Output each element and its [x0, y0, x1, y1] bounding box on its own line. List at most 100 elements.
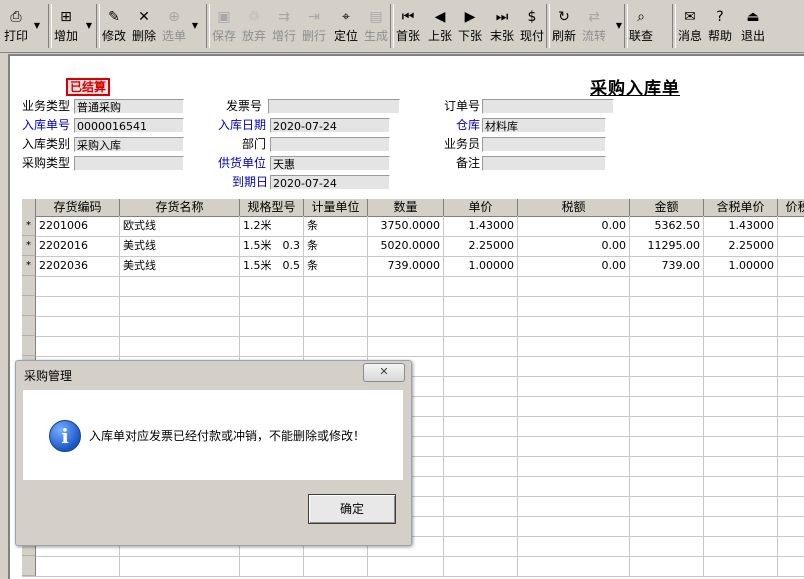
table-cell-unit[interactable]: 条	[304, 256, 368, 276]
table-cell-amount[interactable]: 11295.00	[630, 236, 704, 256]
toolbar-last-button[interactable]: ⏭ 末张	[488, 3, 516, 49]
column-header[interactable]: 税额	[518, 199, 630, 216]
toolbar-message-button[interactable]: ✉ 消息	[676, 3, 704, 49]
toolbar-delete-button[interactable]: ✕ 删除	[130, 3, 158, 49]
lookup-icon: ⌕	[637, 9, 645, 25]
toolbar-first-button[interactable]: ⏮ 首张	[394, 3, 422, 49]
column-header[interactable]: 数量	[368, 199, 444, 216]
invoice-no-field[interactable]	[268, 99, 400, 114]
table-cell-tax[interactable]: 0.00	[518, 236, 630, 256]
toolbar-exit-button[interactable]: ⏏ 退出	[738, 3, 768, 49]
table-cell-code[interactable]: 2201006	[36, 216, 120, 236]
row-marker[interactable]	[22, 276, 36, 296]
table-row[interactable]	[22, 556, 804, 577]
toolbar-add-button[interactable]: ⊞ 增加	[52, 3, 80, 49]
table-cell-price[interactable]: 1.43000	[444, 216, 518, 236]
toolbar-select-button[interactable]: ⊕ 选单	[160, 3, 188, 49]
toolbar-help-button[interactable]: ? 帮助	[706, 3, 734, 49]
order-no-field[interactable]	[482, 99, 614, 114]
table-cell-tax-price[interactable]: 1.00000	[704, 256, 778, 276]
warehouse-field[interactable]: 材料库	[482, 118, 606, 133]
receipt-date-field[interactable]: 2020-07-24	[270, 118, 390, 133]
row-marker[interactable]	[22, 556, 36, 576]
toolbar-delete-row-button[interactable]: ⇥ 删行	[300, 3, 328, 49]
receipt-kind-field[interactable]: 采购入库	[74, 137, 184, 152]
table-cell-tax[interactable]: 0.00	[518, 256, 630, 276]
toolbar-button-label: 上张	[427, 29, 452, 43]
toolbar-next-button[interactable]: ▶ 下张	[456, 3, 484, 49]
table-cell-tax-price[interactable]: 2.25000	[704, 236, 778, 256]
table-row[interactable]	[22, 316, 804, 337]
table-cell-price[interactable]: 1.00000	[444, 256, 518, 276]
table-cell-name[interactable]: 美式线	[120, 256, 240, 276]
row-marker[interactable]	[22, 296, 36, 316]
toolbar-locate-button[interactable]: ⌖ 定位	[332, 3, 360, 49]
table-cell-unit[interactable]: 条	[304, 216, 368, 236]
toolbar-save-button[interactable]: ▣ 保存	[210, 3, 238, 49]
supplier-field[interactable]: 天惠	[270, 156, 390, 171]
table-cell-code[interactable]: 2202016	[36, 236, 120, 256]
table-row[interactable]: 2202016 美式线 1.5米 0.3 条 5020.0000 2.25000 0.00 1…	[22, 236, 804, 257]
table-cell-price[interactable]: 2.25000	[444, 236, 518, 256]
dialog-close-button[interactable]: ✕	[363, 363, 405, 382]
dialog-message: 入库单对应发票已经付款或冲销，不能删除或修改！	[89, 429, 366, 443]
remark-field[interactable]	[482, 156, 606, 171]
dropdown-arrow-icon[interactable]: ▼	[30, 3, 44, 49]
column-header[interactable]: 规格型号	[240, 199, 304, 216]
biz-type-field[interactable]: 普通采购	[74, 99, 184, 114]
table-row[interactable]: 2201006 欧式线 1.2米条 3750.0000 1.43000 0.00 5362.…	[22, 216, 804, 237]
row-marker[interactable]: *	[22, 256, 36, 276]
table-row[interactable]	[22, 276, 804, 297]
toolbar-pay-button[interactable]: $ 现付	[518, 3, 546, 49]
receipt-no-field[interactable]: 0000016541	[74, 118, 184, 133]
table-cell-qty[interactable]: 5020.0000	[368, 236, 444, 256]
toolbar-lookup-button[interactable]: ⌕ 联查	[626, 3, 656, 49]
column-header[interactable]: 价税	[778, 199, 804, 216]
table-cell-total[interactable]	[778, 216, 804, 236]
due-date-field[interactable]: 2020-07-24	[270, 175, 390, 190]
dropdown-arrow-icon[interactable]: ▼	[82, 3, 96, 49]
row-marker[interactable]: *	[22, 236, 36, 256]
clerk-field[interactable]	[482, 137, 606, 152]
column-header[interactable]: 存货编码	[36, 199, 120, 216]
row-marker[interactable]	[22, 316, 36, 336]
dept-field[interactable]	[270, 137, 390, 152]
toolbar-refresh-button[interactable]: ↻ 刷新	[550, 3, 578, 49]
table-cell-qty[interactable]: 739.0000	[368, 256, 444, 276]
ok-button[interactable]: 确定	[308, 494, 396, 524]
toolbar-button-label: 帮助	[707, 29, 732, 43]
toolbar-edit-button[interactable]: ✎ 修改	[100, 3, 128, 49]
table-cell-spec[interactable]: 1.5米 0.5	[240, 256, 304, 276]
column-header[interactable]: 含税单价	[704, 199, 778, 216]
toolbar-add-row-button[interactable]: ⇉ 增行	[270, 3, 298, 49]
table-cell-qty[interactable]: 3750.0000	[368, 216, 444, 236]
table-cell-name[interactable]: 欧式线	[120, 216, 240, 236]
table-cell-code[interactable]: 2202036	[36, 256, 120, 276]
toolbar-generate-button[interactable]: ▤ 生成	[362, 3, 390, 49]
table-cell-amount[interactable]: 5362.50	[630, 216, 704, 236]
column-header[interactable]: 计量单位	[304, 199, 368, 216]
table-cell-amount[interactable]: 739.00	[630, 256, 704, 276]
table-cell-unit[interactable]: 条	[304, 236, 368, 256]
table-cell-tax-price[interactable]: 1.43000	[704, 216, 778, 236]
row-marker[interactable]: *	[22, 216, 36, 236]
table-row[interactable]	[22, 336, 804, 357]
column-header[interactable]: 存货名称	[120, 199, 240, 216]
column-header[interactable]: 金额	[630, 199, 704, 216]
table-row[interactable]	[22, 296, 804, 317]
purchase-type-field[interactable]	[74, 156, 184, 171]
table-cell-spec[interactable]: 1.5米 0.3	[240, 236, 304, 256]
toolbar-discard-button[interactable]: ♲ 放弃	[240, 3, 268, 49]
table-cell-name[interactable]: 美式线	[120, 236, 240, 256]
table-cell-total[interactable]: 1	[778, 236, 804, 256]
toolbar-printer-button[interactable]: ⎙ 打印	[2, 3, 30, 49]
table-row[interactable]: 2202036 美式线 1.5米 0.5 条 739.0000 1.00000 0.00 73…	[22, 256, 804, 277]
column-header[interactable]: 单价	[444, 199, 518, 216]
toolbar-prev-button[interactable]: ◀ 上张	[426, 3, 454, 49]
toolbar-flow-button[interactable]: ⇄ 流转	[580, 3, 608, 49]
table-cell-tax[interactable]: 0.00	[518, 216, 630, 236]
table-cell-total[interactable]	[778, 256, 804, 276]
table-cell-spec[interactable]: 1.2米	[240, 216, 304, 236]
row-marker[interactable]	[22, 336, 36, 356]
dropdown-arrow-icon[interactable]: ▼	[188, 3, 202, 49]
